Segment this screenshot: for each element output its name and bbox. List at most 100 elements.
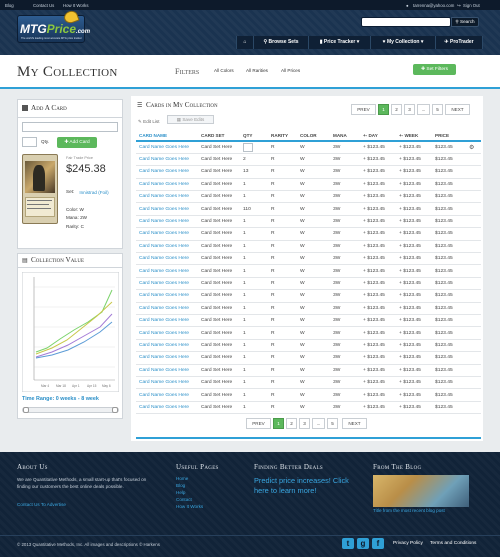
logo[interactable]: MTGPrice.com The world's leading most ac…	[17, 8, 90, 43]
cell-rarity: R	[268, 264, 297, 278]
pagination-page-1-bottom[interactable]: 1	[273, 418, 284, 429]
cell-card-name[interactable]: Card Name Goes Here	[136, 141, 198, 154]
cell-card-name[interactable]: Card Name Goes Here	[136, 190, 198, 204]
search-input[interactable]	[361, 17, 451, 27]
cell-card-name[interactable]: Card Name Goes Here	[136, 264, 198, 278]
table-row: Card Name Goes Here Card Set Here 1 R W 3W + $…	[136, 326, 481, 340]
edit-list-link[interactable]: ✎ Edit List	[138, 119, 159, 125]
cell-text: R	[271, 256, 275, 262]
signout-link[interactable]: Sign Out	[463, 3, 480, 8]
cell-week-change: + $123.45	[396, 376, 432, 390]
cell-card-name[interactable]: Card Name Goes Here	[136, 401, 198, 415]
nav-browse-sets[interactable]: ⚲ Browse Sets	[253, 36, 308, 49]
cell-card-name[interactable]: Card Name Goes Here	[136, 153, 198, 167]
pagination-page-2-bottom[interactable]: 2	[286, 418, 297, 429]
pagination-page-3[interactable]: 3	[404, 104, 415, 115]
cell-color: W	[297, 326, 330, 340]
cell-card-name[interactable]: Card Name Goes Here	[136, 364, 198, 377]
qty-input[interactable]	[22, 137, 37, 147]
advertise-link[interactable]: Contact Us To Advertise	[17, 502, 66, 509]
cell-card-name[interactable]: Card Name Goes Here	[136, 202, 198, 216]
card-name-input[interactable]	[22, 122, 118, 132]
slider-handle-left[interactable]	[23, 407, 29, 413]
twitter-icon[interactable]: t	[342, 538, 354, 549]
cell-card-name[interactable]: Card Name Goes Here	[136, 252, 198, 266]
pagination-page-5[interactable]: 5	[432, 104, 443, 115]
save-edits-button[interactable]: ▦ Save Edits	[167, 115, 214, 124]
cell-card-name[interactable]: Card Name Goes Here	[136, 302, 198, 315]
cell-card-name[interactable]: Card Name Goes Here	[136, 351, 198, 365]
pagination-next-bottom[interactable]: NEXT	[342, 418, 367, 429]
set-value[interactable]: Innistrad (Foil)	[78, 189, 110, 196]
column-header-card-set[interactable]: Card Set	[198, 131, 240, 142]
column-header-day[interactable]: +- Day	[360, 131, 396, 142]
terms-link[interactable]: Terms and Conditions	[430, 541, 476, 546]
cell-actions	[466, 364, 481, 377]
cell-card-name[interactable]: Card Name Goes Here	[136, 388, 198, 402]
nav-home[interactable]: ⌂	[236, 36, 253, 49]
topbar-link-how-it-works[interactable]: How It Works	[63, 3, 88, 8]
cell-card-name[interactable]: Card Name Goes Here	[136, 165, 198, 179]
nav-my-collection[interactable]: ♥ My Collection ▾	[370, 36, 435, 49]
cell-qty: 1	[240, 240, 268, 254]
slider-handle-right[interactable]	[112, 407, 118, 413]
footer-link-help[interactable]: Help	[176, 490, 185, 497]
topbar-link-blog[interactable]: Blog	[5, 3, 14, 8]
cell-text: 2	[243, 157, 246, 163]
pagination-page-3-bottom[interactable]: 3	[299, 418, 310, 429]
collection-value-chart: Mar 4 Mar 18 Apr 1 Apr 15 May 6	[22, 272, 119, 392]
privacy-link[interactable]: Privacy Policy	[393, 541, 423, 546]
cell-card-name[interactable]: Card Name Goes Here	[136, 376, 198, 390]
column-header-qty[interactable]: Qty	[240, 131, 268, 142]
filter-rarities[interactable]: All Rarities	[246, 68, 268, 73]
footer-link-how-it-works[interactable]: How It Works	[176, 504, 203, 511]
footer-link-blog[interactable]: Blog	[176, 483, 185, 490]
pagination-next[interactable]: NEXT	[445, 104, 470, 115]
cell-card-name[interactable]: Card Name Goes Here	[136, 289, 198, 303]
filter-colors[interactable]: All Colors	[214, 68, 234, 73]
cell-card-name[interactable]: Card Name Goes Here	[136, 227, 198, 241]
pagination-prev-bottom[interactable]: PREV	[246, 418, 271, 429]
pagination-page-2[interactable]: 2	[391, 104, 402, 115]
add-card-icon	[22, 105, 28, 111]
footer-link-contact[interactable]: Contact	[176, 497, 192, 504]
cell-card-name[interactable]: Card Name Goes Here	[136, 240, 198, 254]
cell-card-name[interactable]: Card Name Goes Here	[136, 339, 198, 353]
cell-text: Card Name Goes Here	[139, 404, 190, 410]
cell-card-name[interactable]: Card Name Goes Here	[136, 178, 198, 192]
google-plus-icon[interactable]: g	[357, 538, 369, 549]
pagination-page-5-bottom[interactable]: 5	[327, 418, 338, 429]
topbar-link-contact[interactable]: Contact Us	[33, 3, 54, 8]
blog-image[interactable]	[373, 475, 469, 507]
column-header-card-name[interactable]: Card Name	[136, 131, 198, 142]
add-card-button[interactable]: ✚ Add Card	[57, 137, 97, 148]
blog-post-link[interactable]: Title from the most recent blog post	[373, 508, 445, 515]
save-icon: ▦	[176, 117, 182, 122]
column-header-mana[interactable]: Mana	[330, 131, 360, 142]
cell-card-name[interactable]: Card Name Goes Here	[136, 215, 198, 229]
time-range-slider[interactable]	[22, 407, 119, 413]
pagination-page-1[interactable]: 1	[378, 104, 389, 115]
filter-prices[interactable]: All Prices	[281, 68, 300, 73]
column-header-color[interactable]: Color	[297, 131, 330, 142]
facebook-icon[interactable]: f	[372, 538, 384, 549]
pagination-prev[interactable]: PREV	[351, 104, 376, 115]
cell-text: W	[300, 256, 305, 262]
cell-color: W	[297, 302, 330, 315]
cell-text: Card Set Here	[201, 194, 233, 200]
gear-icon[interactable]: ⚙	[466, 141, 481, 154]
cell-card-name[interactable]: Card Name Goes Here	[136, 314, 198, 328]
nav-protrader[interactable]: ✈ ProTrader	[435, 36, 483, 49]
cell-text: Card Name Goes Here	[139, 169, 190, 175]
cell-card-name[interactable]: Card Name Goes Here	[136, 277, 198, 291]
set-filters-button[interactable]: ✚ Set Filters	[413, 64, 456, 75]
column-header-price[interactable]: Price	[432, 131, 466, 142]
column-header-week[interactable]: +- Week	[396, 131, 432, 142]
deals-link[interactable]: Predict price increases! Click here to l…	[254, 476, 364, 496]
qty-edit-input[interactable]	[243, 142, 253, 152]
nav-price-tracker[interactable]: ▮ Price Tracker ▾	[308, 36, 370, 49]
cell-card-name[interactable]: Card Name Goes Here	[136, 326, 198, 340]
search-button[interactable]: ⚲ Search	[451, 17, 479, 27]
column-header-rarity[interactable]: Rarity	[268, 131, 297, 142]
footer-link-home[interactable]: Home	[176, 476, 188, 483]
